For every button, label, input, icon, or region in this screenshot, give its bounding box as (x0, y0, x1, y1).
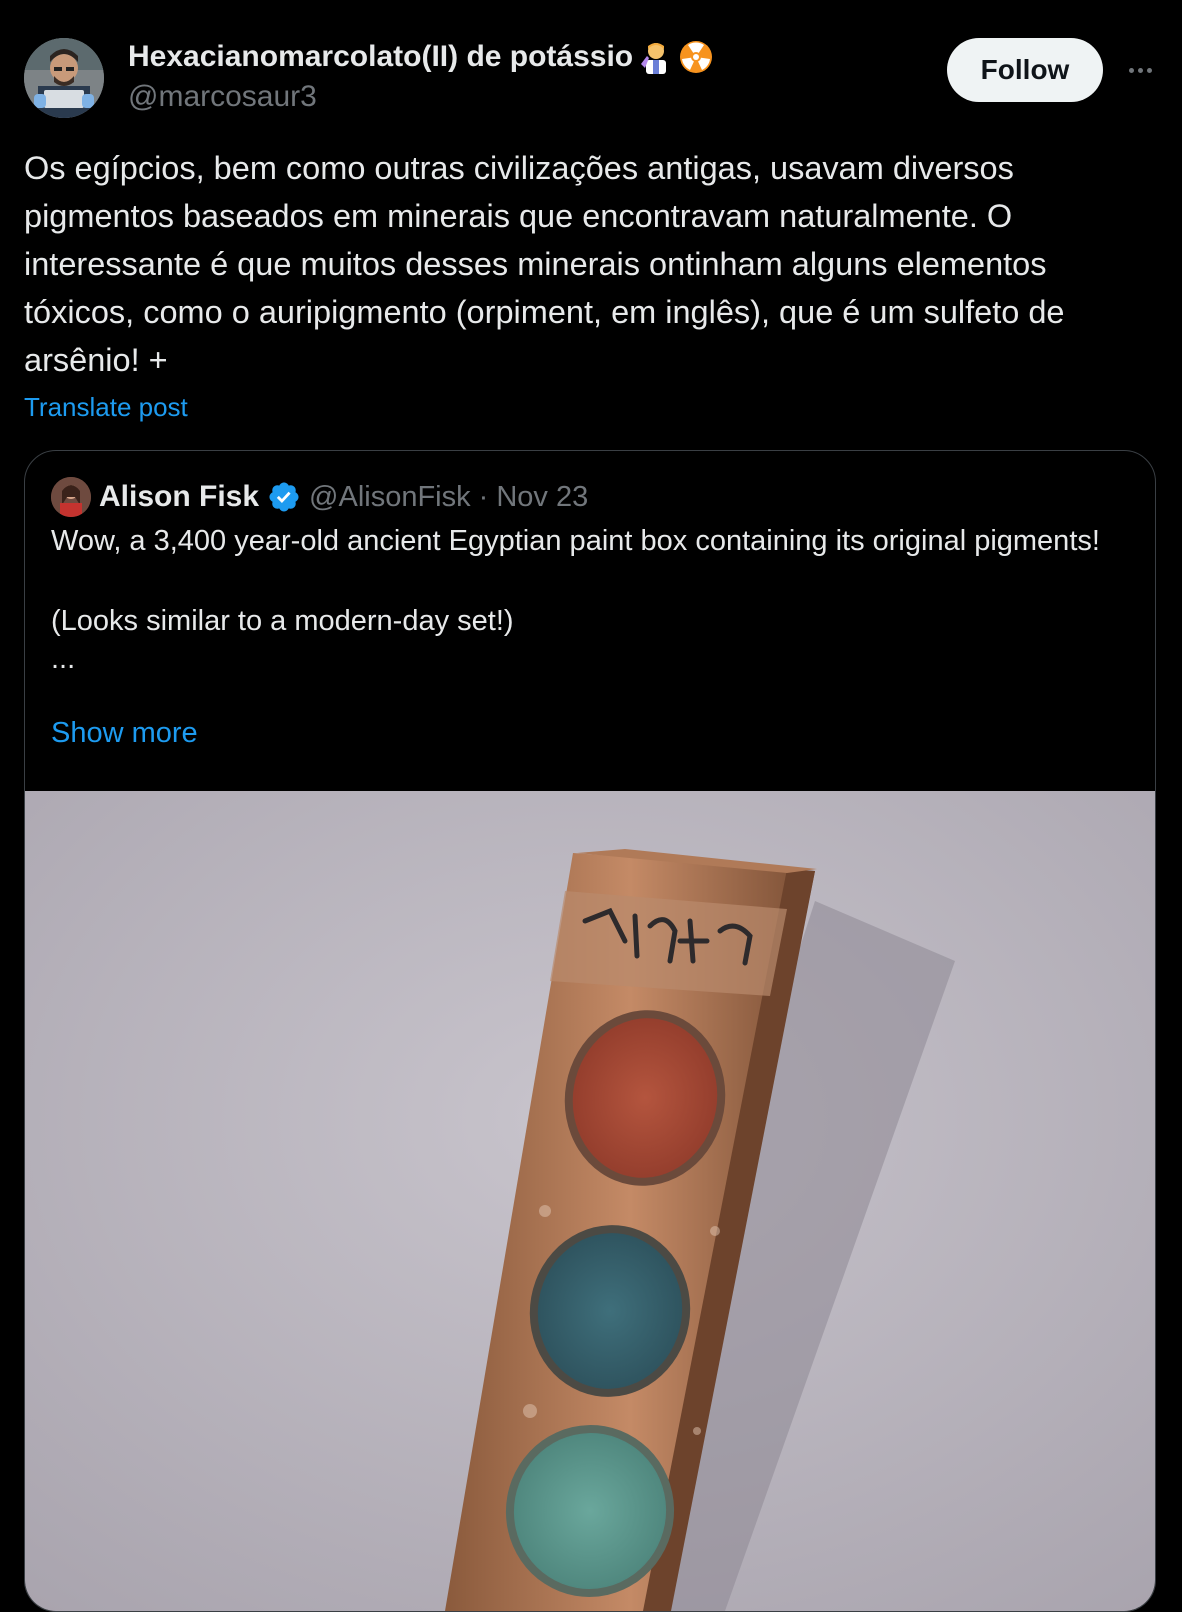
translate-post-link[interactable]: Translate post (24, 392, 188, 423)
quoted-text-line1: Wow, a 3,400 year-old ancient Egyptian p… (51, 525, 1100, 557)
quoted-author-avatar (51, 477, 91, 517)
quoted-text-ellipsis: ... (51, 643, 76, 675)
author-handle[interactable]: @marcosaur3 (128, 80, 317, 114)
author-avatar[interactable] (24, 38, 104, 118)
quoted-author-name: Alison Fisk (99, 480, 260, 513)
quoted-header: Alison Fisk @AlisonFisk · Nov 23 (99, 477, 588, 517)
follow-button[interactable]: Follow (947, 38, 1103, 102)
separator-dot: · (478, 480, 489, 513)
quoted-author-handle: @AlisonFisk (309, 480, 471, 513)
author-name[interactable]: Hexacianomarcolato(II) de potássio (128, 40, 633, 74)
author-name-row[interactable]: Hexacianomarcolato(II) de potássio (128, 40, 713, 74)
scientist-emoji-icon (639, 40, 673, 74)
radioactive-emoji-icon (679, 40, 713, 74)
show-more-link[interactable]: Show more (51, 717, 198, 750)
quoted-date: Nov 23 (496, 480, 589, 513)
post-text: Os egípcios, bem como outras civilizaçõe… (24, 150, 1065, 378)
more-options-icon[interactable] (1122, 52, 1158, 88)
quoted-text-line2: (Looks similar to a modern-day set!) (51, 605, 514, 637)
paint-box-photo[interactable] (25, 791, 1155, 1611)
verified-badge-icon (267, 480, 301, 514)
quoted-post[interactable]: Alison Fisk @AlisonFisk · Nov 23 Wow, a … (24, 450, 1156, 1612)
quoted-text: Wow, a 3,400 year-old ancient Egyptian p… (51, 521, 1131, 677)
